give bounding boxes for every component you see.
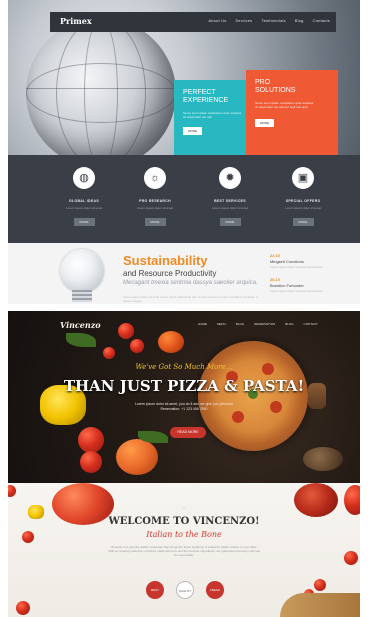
sustainability-subtitle: and Resource Productivity (123, 269, 217, 278)
feature-title: SPECIAL OFFERS (285, 199, 321, 203)
event-date: 26.10 (270, 277, 281, 282)
feature-pro-research: ☼ PRO RESEARCH Lorem ipsum dolor sit ame… (125, 167, 185, 228)
vincenzo-welcome-preview[interactable]: ◡ WELCOME TO VINCENZO! Italian to the Bo… (8, 483, 360, 617)
nav-item-about[interactable]: About Us (208, 18, 226, 23)
lightbulb-image (60, 249, 104, 293)
tomato-image (118, 323, 134, 339)
welcome-title: WELCOME TO VINCENZO! (108, 516, 260, 527)
tile-title: PERFECT EXPERIENCE (183, 89, 229, 104)
nav-item-services[interactable]: Services (235, 18, 252, 23)
tomato-image (103, 347, 115, 359)
welcome-script: Italian to the Bone (146, 530, 222, 539)
globe-icon: ◍ (73, 167, 95, 189)
primex-features-band: ◍ GLOBAL IDEAS Lorem ipsum dolor sit ame… (8, 155, 360, 243)
nav-item-menu[interactable]: MENU (217, 322, 226, 326)
event-text: Lorem ipsum dolor sit amet consectetur (270, 289, 323, 293)
tomato-image (344, 551, 358, 565)
cutting-board-image (280, 593, 360, 617)
tile-title: PRO SOLUTIONS (255, 79, 296, 94)
primex-navbar: Primex About Us Services Testimonials Bl… (50, 12, 336, 32)
feature-title: PRO RESEARCH (139, 199, 171, 203)
nav-item-contact[interactable]: CONTACT (304, 322, 318, 326)
feature-special-offers: ▣ SPECIAL OFFERS Lorem ipsum dolor sit a… (273, 167, 333, 228)
tomato-image (116, 439, 158, 475)
feature-sub: Lorem ipsum dolor sit amet (65, 206, 103, 210)
primex-template-preview[interactable]: Primex About Us Services Testimonials Bl… (8, 0, 360, 304)
perfect-experience-tile: PERFECT EXPERIENCE Nemo enim ipsam volupt… (174, 80, 248, 155)
lightbulb-base (72, 290, 92, 302)
feature-sub: Lorem ipsum dolor sit amet (211, 206, 249, 210)
event-item[interactable]: 26.10 Boestico Fortunder Lorem ipsum dol… (270, 277, 350, 293)
primex-nav-menu: About Us Services Testimonials Blog Cont… (208, 18, 330, 23)
pro-solutions-tile: PRO SOLUTIONS Nemo enim ipsam voluptatem … (246, 70, 338, 155)
feature-global-ideas: ◍ GLOBAL IDEAS Lorem ipsum dolor sit ame… (54, 167, 114, 228)
nav-item-blog[interactable]: Blog (295, 18, 304, 23)
nav-item-blog-2[interactable]: BLOG (285, 322, 293, 326)
tile-text: Nemo enim ipsam voluptatem quia voluptas… (255, 101, 314, 109)
event-name: Mingseit Conctions (270, 259, 304, 264)
gear-icon: ✹ (219, 167, 241, 189)
pro-solutions-more-button[interactable]: MORE (255, 119, 274, 127)
sustainability-paragraph: Lorem ipsum dolor sit amet conse ctetur … (123, 295, 259, 303)
sustainability-italic: Mecagant tmexia sentmia dassya saecker a… (123, 280, 258, 286)
feature-title: GLOBAL IDEAS (69, 199, 99, 203)
event-text: Lorem ipsum dolor sit amet consectetur (270, 265, 323, 269)
template-gallery: Primex About Us Services Testimonials Bl… (0, 0, 369, 617)
tomato-image (130, 339, 144, 353)
perfect-experience-more-button[interactable]: MORE (183, 127, 202, 135)
basil-leaf-image (66, 333, 96, 347)
badge-fresh: FRESH (206, 581, 224, 599)
read-more-button[interactable]: READ MORE (170, 427, 206, 438)
feature-sub: Lorem ipsum dolor sit amet (284, 206, 322, 210)
tomato-image (344, 485, 360, 515)
globe-image (26, 18, 176, 168)
lightbulb-icon: ☼ (144, 167, 166, 189)
briefcase-icon: ▣ (292, 167, 314, 189)
vincenzo-template-preview[interactable]: Vincenzo HOME MENU BLOG RESERVATION BLOG… (8, 311, 360, 483)
primex-hero: Primex About Us Services Testimonials Bl… (8, 0, 360, 168)
tomato-image (8, 485, 16, 497)
sustainability-title: Sustainability (123, 253, 208, 268)
tomato-image (16, 601, 30, 615)
nav-item-reservation[interactable]: RESERVATION (254, 322, 275, 326)
feature-more-button[interactable]: MORE (73, 218, 95, 226)
event-name: Boestico Fortunder (270, 283, 304, 288)
feature-title: BEST SERVICES (214, 199, 246, 203)
nav-item-blog[interactable]: BLOG (236, 322, 244, 326)
hero-subtext: Lorem ipsum dolor sit amet, you do it an… (134, 402, 234, 411)
tomato-image (294, 483, 338, 517)
event-date: 24.10 (270, 253, 281, 258)
feature-sub: Lorem ipsum dolor sit amet (136, 206, 174, 210)
vincenzo-nav-menu: HOME MENU BLOG RESERVATION BLOG CONTACT (198, 322, 318, 326)
welcome-paragraph: Vincenzo is a genuine Italian restaurant… (108, 545, 260, 557)
badge-best: BEST (146, 581, 164, 599)
primex-logo[interactable]: Primex (60, 16, 92, 26)
nav-item-home[interactable]: HOME (198, 322, 207, 326)
feature-more-button[interactable]: MORE (292, 218, 314, 226)
feature-more-button[interactable]: MORE (144, 218, 166, 226)
tomato-image (314, 579, 326, 591)
nav-item-testimonials[interactable]: Testimonials (261, 18, 285, 23)
chef-hat-icon: ◡ (181, 504, 187, 510)
hero-script-text: We've Got So Much More... (135, 363, 233, 371)
feature-more-button[interactable]: MORE (219, 218, 241, 226)
badge-quality: QUALITY (176, 581, 194, 599)
hero-headline: THAN JUST PIZZA & PASTA! (63, 377, 305, 395)
event-item[interactable]: 24.10 Mingseit Conctions Lorem ipsum dol… (270, 253, 350, 269)
tomato-image (80, 451, 102, 473)
sustainability-section: Sustainability and Resource Productivity… (8, 243, 360, 304)
mushroom-image (303, 447, 343, 471)
feature-best-services: ✹ BEST SERVICES Lorem ipsum dolor sit am… (200, 167, 260, 228)
nav-item-contacts[interactable]: Contacts (313, 18, 330, 23)
tomato-image (78, 427, 104, 453)
vincenzo-logo[interactable]: Vincenzo (60, 320, 101, 330)
orange-pepper-image (158, 331, 184, 353)
tile-text: Nemo enim ipsam voluptatem quia voluptas… (183, 111, 242, 119)
pizza-image (198, 341, 308, 451)
